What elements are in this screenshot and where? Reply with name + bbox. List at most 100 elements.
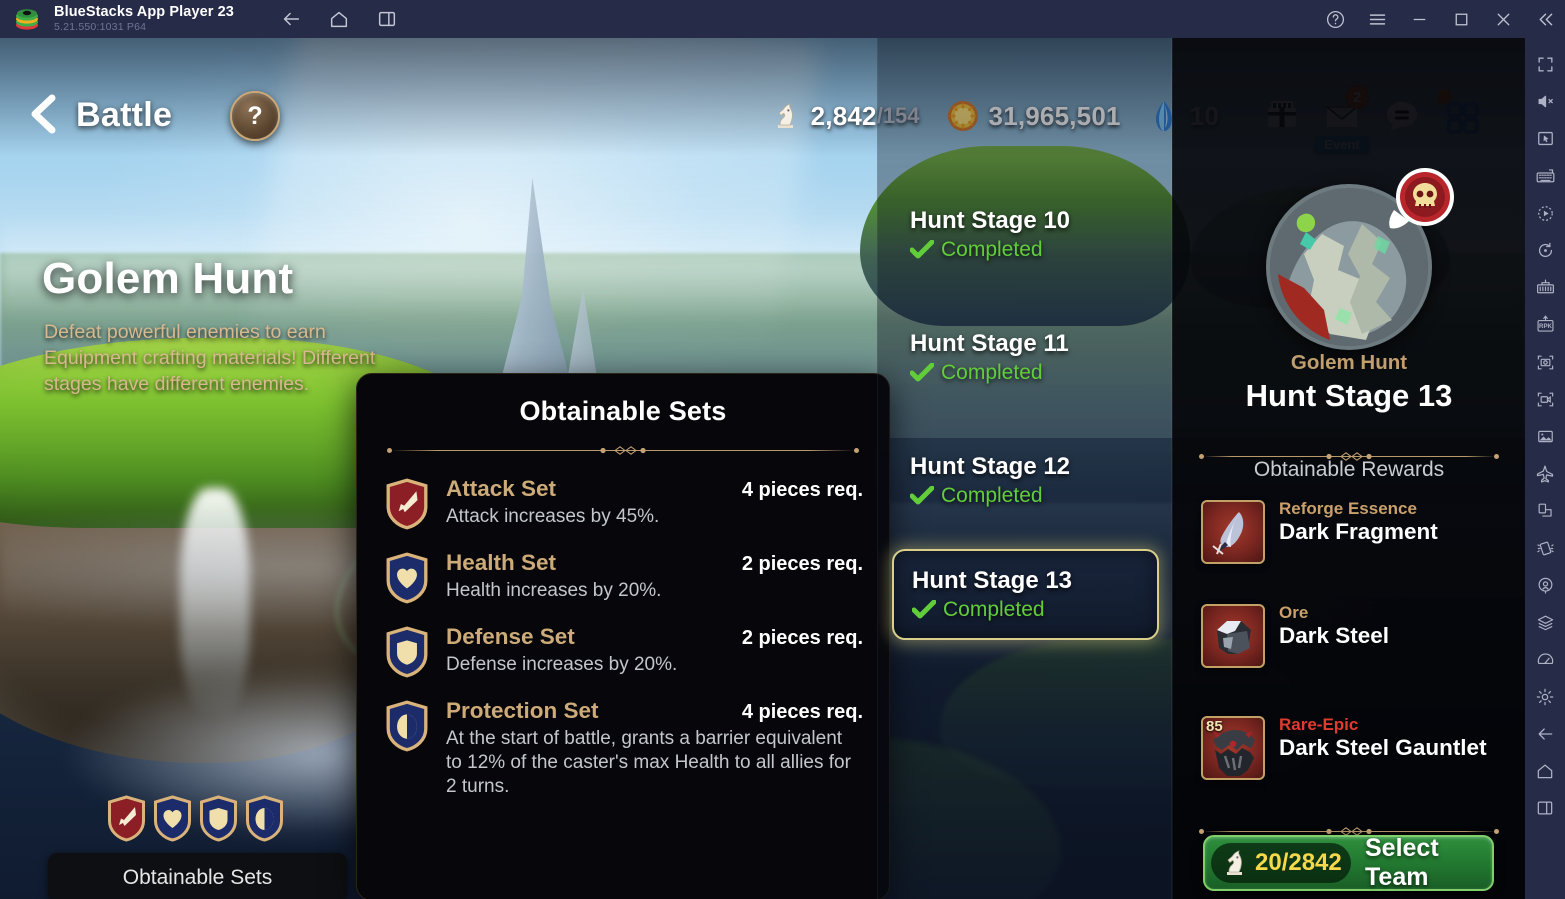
set-name: Defense Set [446, 624, 575, 649]
dark-steel-gauntlet-icon: 85 [1201, 716, 1265, 780]
reward-grade: Reforge Essence [1279, 499, 1417, 518]
multi-instance-icon[interactable] [1525, 269, 1565, 306]
rewards-header: Obtainable Rewards [1253, 458, 1445, 481]
energy-cost-pill: 20/2842 [1211, 843, 1351, 883]
stage-list[interactable]: Hunt Stage 10 Completed Hunt Stage 11 Co… [877, 38, 1172, 899]
window-title: BlueStacks App Player 23 [54, 4, 234, 21]
performance-icon[interactable] [1525, 641, 1565, 678]
obtainable-sets-dialog: Obtainable Sets Attack Set 4 pieces req.… [356, 373, 890, 899]
recents-icon[interactable] [376, 8, 398, 30]
list-item[interactable]: Hunt Stage 12 Completed [892, 441, 1159, 520]
layers-icon[interactable] [1525, 604, 1565, 641]
dialog-divider [383, 444, 863, 456]
record-video-icon[interactable] [1525, 381, 1565, 418]
help-button[interactable]: ? [230, 91, 280, 141]
collapse-sidebar-icon[interactable] [1535, 9, 1555, 29]
obtainable-sets-button[interactable]: Obtainable Sets [48, 853, 347, 899]
list-item-selected[interactable]: Hunt Stage 13 Completed [892, 549, 1159, 640]
set-requirement: 2 pieces req. [741, 553, 863, 575]
set-row-defense: Defense Set 2 pieces req. Defense increa… [383, 624, 863, 678]
energy-value: 2,842 [810, 100, 877, 131]
game-controls-icon[interactable] [1525, 158, 1565, 195]
set-name: Protection Set [446, 698, 599, 723]
back-arrow-icon[interactable] [280, 8, 302, 30]
health-set-icon [151, 795, 194, 842]
select-team-button[interactable]: 20/2842 Select Team [1203, 834, 1494, 891]
reward-item[interactable]: Ore Dark Steel [1201, 604, 1389, 668]
set-description: Attack increases by 45%. [446, 506, 660, 527]
close-icon[interactable] [1493, 9, 1513, 29]
titlebar-nav-group [280, 8, 398, 30]
knight-energy-icon [768, 99, 802, 133]
cursor-mode-icon[interactable] [1525, 120, 1565, 157]
protection-set-icon [243, 795, 286, 842]
list-item[interactable]: Hunt Stage 10 Completed [892, 195, 1159, 274]
resize-icon[interactable] [1525, 492, 1565, 529]
install-apk-icon[interactable]: RPK [1525, 306, 1565, 343]
reward-name: Dark Fragment [1279, 518, 1438, 544]
set-row-health: Health Set 2 pieces req. Health increase… [383, 550, 863, 604]
screenshot-icon[interactable] [1525, 344, 1565, 381]
set-name: Attack Set [446, 476, 557, 501]
health-set-icon [383, 552, 431, 604]
stage-status-label: Completed [941, 238, 1043, 261]
location-icon[interactable] [1525, 567, 1565, 604]
set-description: Health increases by 20%. [446, 580, 662, 601]
macro-icon[interactable] [1525, 195, 1565, 232]
android-home-icon[interactable] [1525, 753, 1565, 790]
media-manager-icon[interactable] [1525, 418, 1565, 455]
shake-icon[interactable] [1525, 529, 1565, 566]
eco-mode-icon[interactable] [1525, 455, 1565, 492]
reward-grade: Rare-Epic [1279, 715, 1359, 734]
dark-fragment-icon [1201, 500, 1265, 564]
dialog-title: Obtainable Sets [519, 396, 727, 426]
page-title: Battle [76, 96, 173, 134]
skull-badge-icon [1384, 166, 1458, 238]
android-recents-icon[interactable] [1525, 790, 1565, 827]
set-description: At the start of battle, grants a barrier… [446, 728, 851, 798]
check-icon [912, 600, 936, 619]
set-description: Defense increases by 20%. [446, 654, 678, 675]
check-icon [910, 486, 934, 505]
help-icon[interactable] [1325, 9, 1345, 29]
hunt-description: Defeat powerful enemies to earn Equipmen… [44, 321, 376, 395]
mute-icon[interactable] [1525, 83, 1565, 120]
minimize-icon[interactable] [1409, 9, 1429, 29]
stage-status-label: Completed [943, 598, 1045, 621]
detail-hunt-name: Golem Hunt [1290, 351, 1408, 374]
detail-stage-name: Hunt Stage 13 [1245, 378, 1453, 413]
check-icon [910, 363, 934, 382]
check-icon [910, 240, 934, 259]
stage-status: Completed [910, 238, 1159, 262]
maximize-icon[interactable] [1451, 9, 1471, 29]
rotate-icon[interactable] [1525, 232, 1565, 269]
reward-grade: Ore [1279, 603, 1309, 622]
reward-name: Dark Steel [1279, 622, 1390, 648]
protection-set-icon [383, 700, 431, 752]
energy-cost-label: 20/2842 [1255, 849, 1342, 876]
version-label: 5.21.550:1031 P64 [54, 20, 147, 33]
home-icon[interactable] [328, 8, 350, 30]
android-back-icon[interactable] [1525, 715, 1565, 752]
settings-gear-icon[interactable] [1525, 678, 1565, 715]
set-icon-row [105, 795, 286, 842]
fullscreen-icon[interactable] [1525, 46, 1565, 83]
attack-set-icon [105, 795, 148, 842]
set-requirement: 4 pieces req. [741, 701, 863, 723]
stage-status: Completed [910, 484, 1159, 508]
bluestacks-logo-icon [14, 6, 40, 32]
stage-detail-panel: Golem Hunt Hunt Stage 13 Obtainable Rewa… [1172, 38, 1525, 899]
window-controls [1325, 0, 1555, 38]
reward-item[interactable]: 85 Rare-Epic Dark Steel Gauntlet [1201, 716, 1487, 780]
game-back-button[interactable] [22, 90, 66, 138]
bluestacks-sidebar: RPK [1525, 38, 1565, 899]
hunt-title: Golem Hunt [42, 254, 294, 303]
menu-icon[interactable] [1367, 9, 1387, 29]
list-item[interactable]: Hunt Stage 11 Completed [892, 318, 1159, 397]
game-viewport: Battle ? 2,842 /154 [0, 38, 1525, 899]
set-name: Health Set [446, 550, 557, 575]
attack-set-icon [383, 478, 431, 530]
reward-item[interactable]: Reforge Essence Dark Fragment [1201, 500, 1438, 564]
stage-name: Hunt Stage 11 [910, 330, 1069, 357]
bluestacks-titlebar: BlueStacks App Player 23 5.21.550:1031 P… [0, 0, 1565, 38]
